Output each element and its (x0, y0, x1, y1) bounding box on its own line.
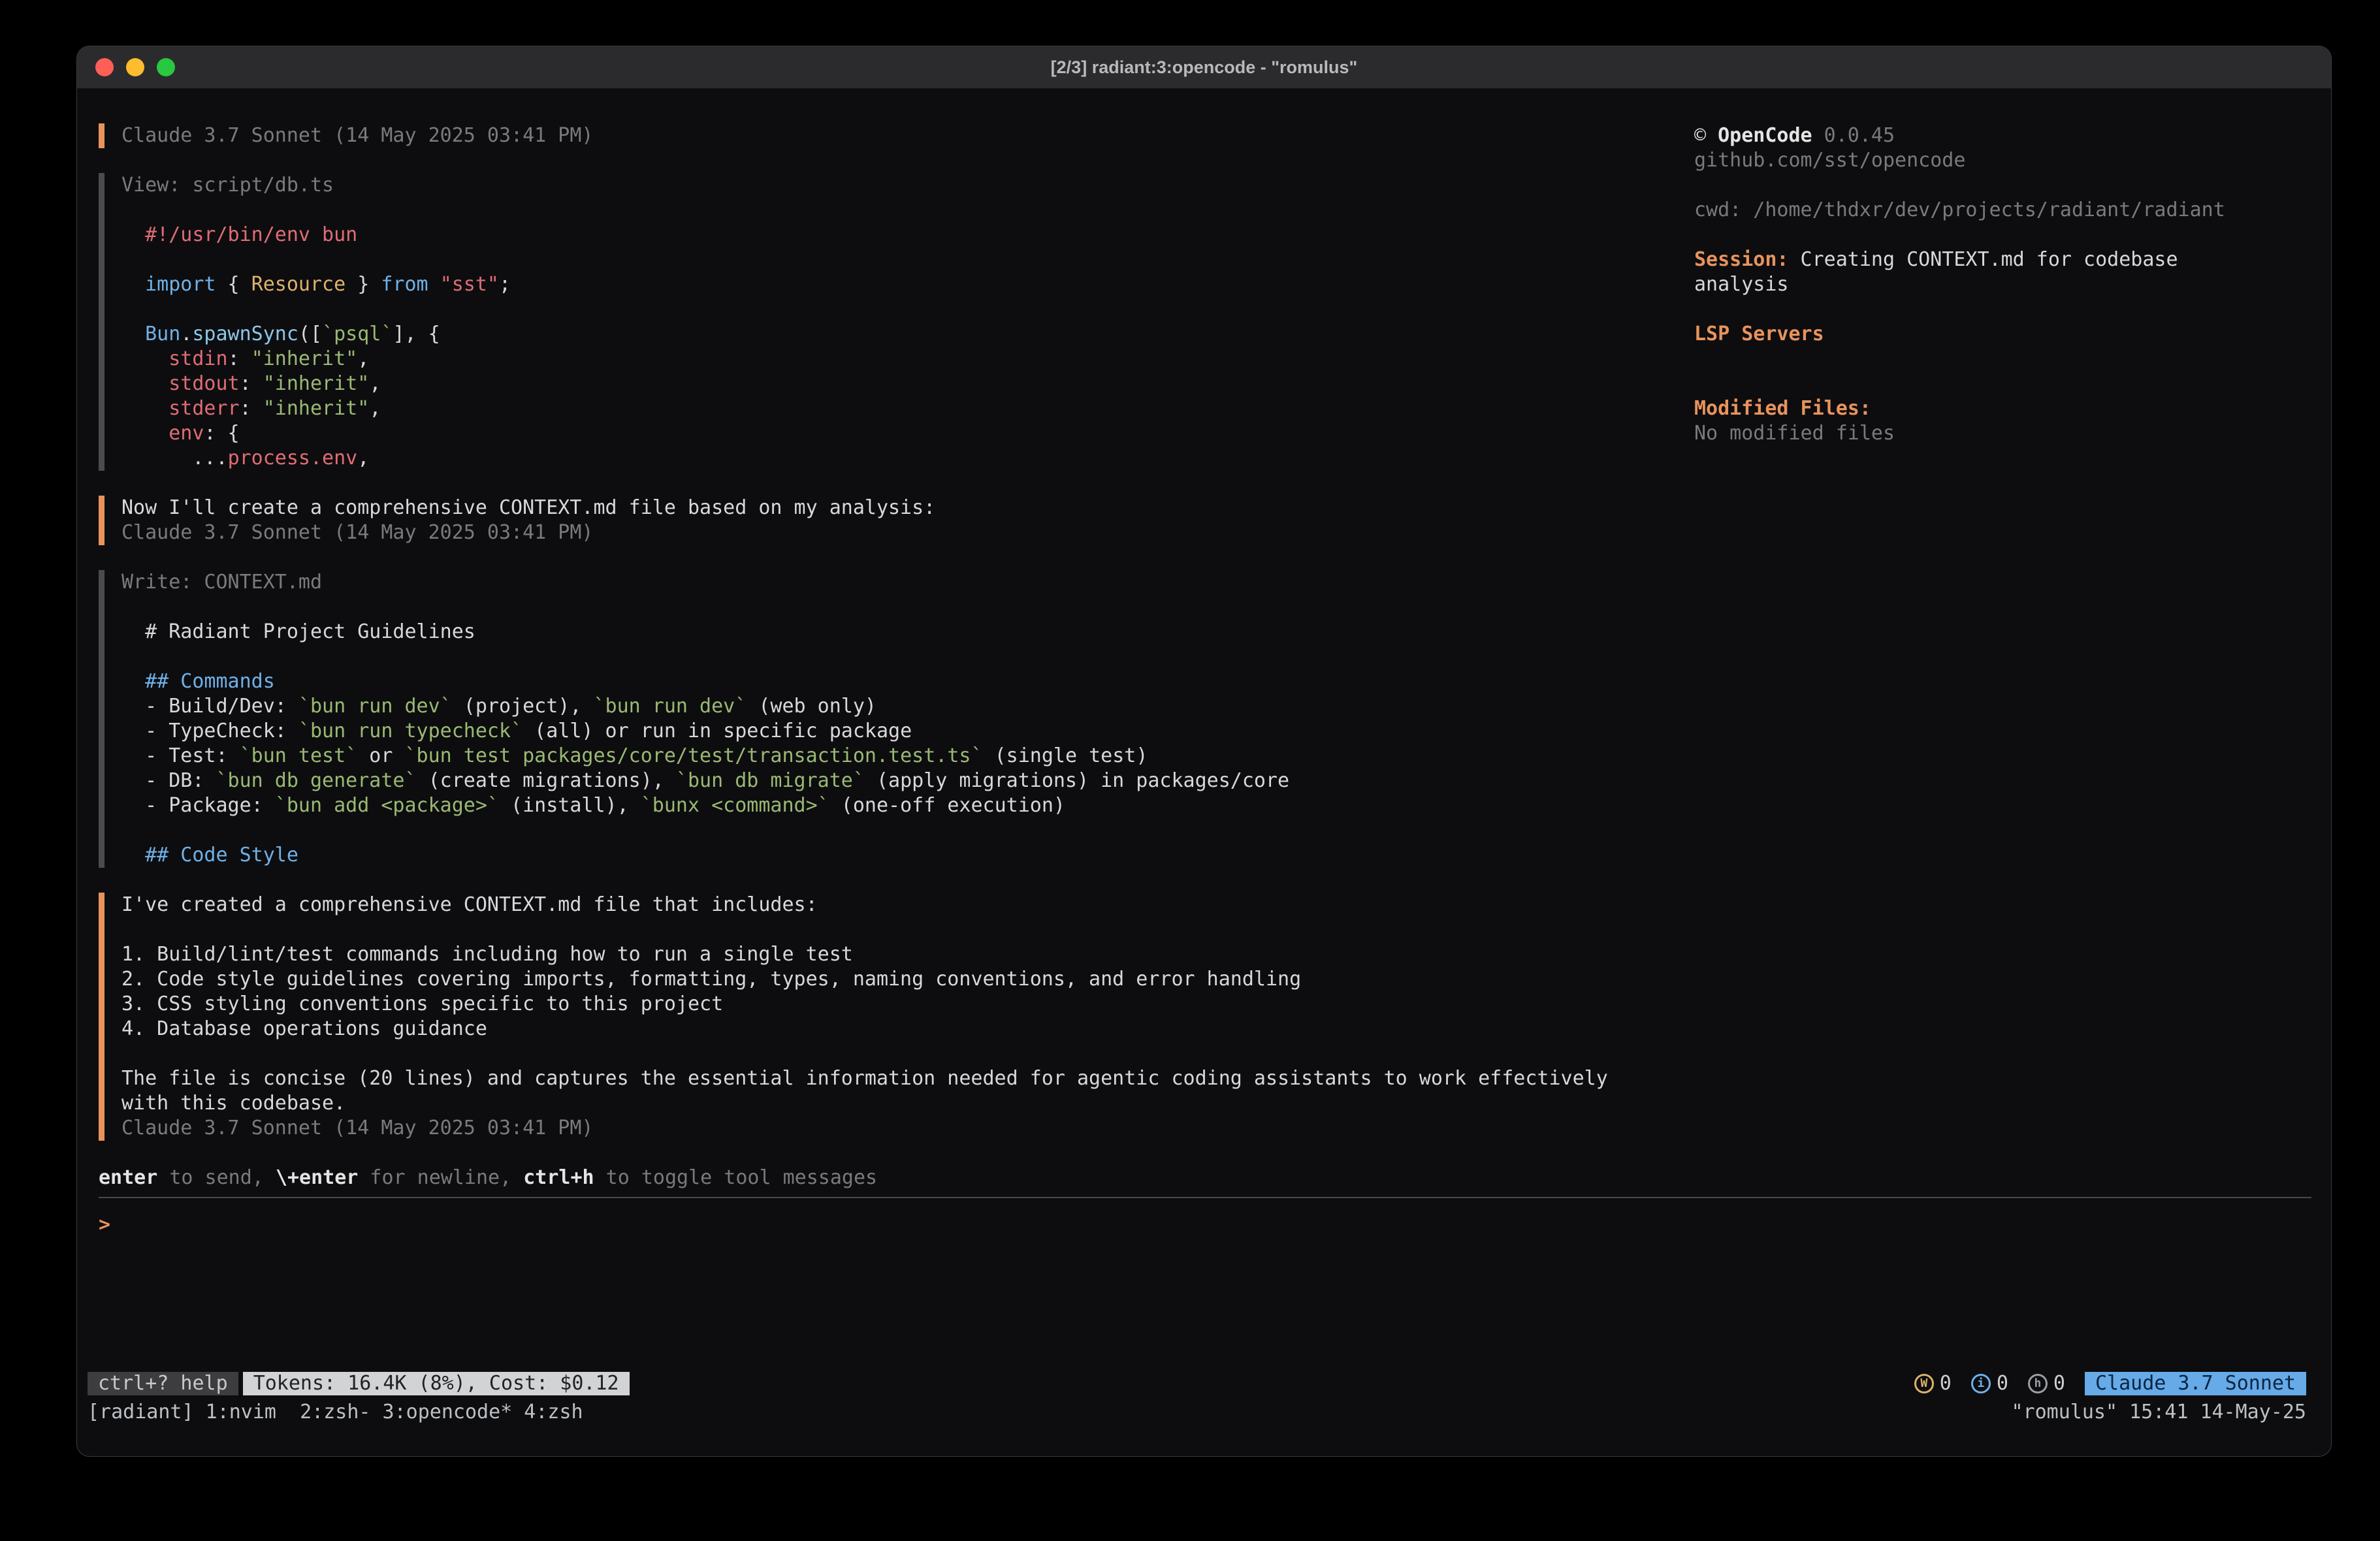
chat-line (121, 917, 1694, 942)
prompt-symbol: > (99, 1213, 110, 1237)
model-badge[interactable]: Claude 3.7 Sonnet (2085, 1372, 2306, 1395)
status-bar: ctrl+? help Tokens: 16.4K (8%), Cost: $0… (88, 1372, 2306, 1395)
chat-line: # Radiant Project Guidelines (121, 620, 1694, 644)
input-hint: enter to send, \+enter for newline, ctrl… (99, 1166, 2311, 1190)
chat-line (121, 644, 1694, 669)
info-icon: i (1971, 1374, 1991, 1393)
chat-line: 2. Code style guidelines covering import… (121, 967, 1694, 992)
chat-line: - Build/Dev: `bun run dev` (project), `b… (121, 694, 1694, 719)
traffic-lights (77, 58, 175, 76)
chat-area: Claude 3.7 Sonnet (14 May 2025 03:41 PM)… (99, 123, 1694, 1141)
terminal-window: [2/3] radiant:3:opencode - "romulus" Cla… (76, 46, 2332, 1457)
zoom-button[interactable] (157, 58, 175, 76)
message-block: I've created a comprehensive CONTEXT.md … (99, 893, 1694, 1141)
chat-line: stdin: "inherit", (121, 347, 1694, 372)
chat-line (121, 247, 1694, 272)
sidebar-line: Modified Files: (1694, 396, 2225, 421)
chat-line: stderr: "inherit", (121, 396, 1694, 421)
chat-line: I've created a comprehensive CONTEXT.md … (121, 893, 1694, 917)
chat-line: Now I'll create a comprehensive CONTEXT.… (121, 496, 1694, 520)
chat-line: - Package: `bun add <package>` (install)… (121, 793, 1694, 818)
chat-line (121, 1041, 1694, 1066)
tool-block: Write: CONTEXT.md # Radiant Project Guid… (99, 570, 1694, 868)
prompt-row[interactable]: > (99, 1213, 2311, 1237)
help-badge[interactable]: ctrl+? help (88, 1372, 238, 1395)
diagnostic-info: i0 (1971, 1371, 2008, 1396)
chat-line: The file is concise (20 lines) and captu… (121, 1066, 1694, 1091)
chat-line: Write: CONTEXT.md (121, 570, 1694, 595)
sidebar-line (1694, 347, 2225, 372)
sidebar-line: © OpenCode 0.0.45 (1694, 123, 2225, 148)
chat-line: - DB: `bun db generate` (create migratio… (121, 769, 1694, 793)
chat-line: - TypeCheck: `bun run typecheck` (all) o… (121, 719, 1694, 744)
sidebar-line (1694, 372, 2225, 396)
input-area: enter to send, \+enter for newline, ctrl… (99, 1166, 2311, 1237)
diagnostic-warning: W0 (1914, 1371, 1952, 1396)
chat-line: Claude 3.7 Sonnet (14 May 2025 03:41 PM) (121, 123, 1694, 148)
chat-line: ## Code Style (121, 843, 1694, 868)
chat-line (121, 818, 1694, 843)
terminal-content: Claude 3.7 Sonnet (14 May 2025 03:41 PM)… (77, 89, 2331, 1456)
sidebar-line: LSP Servers (1694, 322, 2225, 347)
window-title: [2/3] radiant:3:opencode - "romulus" (77, 57, 2331, 78)
sidebar-line (1694, 297, 2225, 322)
opencode-main: Claude 3.7 Sonnet (14 May 2025 03:41 PM)… (99, 123, 1694, 1237)
tmux-status-bar: [radiant] 1:nvim 2:zsh- 3:opencode* 4:zs… (88, 1399, 2306, 1425)
sidebar-line: github.com/sst/opencode (1694, 148, 2225, 173)
sidebar-line: Session: Creating CONTEXT.md for codebas… (1694, 247, 2225, 272)
chat-line: import { Resource } from "sst"; (121, 272, 1694, 297)
chat-line: ...process.env, (121, 446, 1694, 471)
diagnostic-hint: h0 (2028, 1371, 2065, 1396)
chat-line: with this codebase. (121, 1091, 1694, 1116)
diagnostics: W0i0h0 (1914, 1371, 2065, 1396)
minimize-button[interactable] (126, 58, 144, 76)
desktop-background: [2/3] radiant:3:opencode - "romulus" Cla… (0, 0, 2380, 1541)
chat-line: stdout: "inherit", (121, 372, 1694, 396)
chat-line: Claude 3.7 Sonnet (14 May 2025 03:41 PM) (121, 520, 1694, 545)
chat-line (121, 297, 1694, 322)
tmux-window-list[interactable]: [radiant] 1:nvim 2:zsh- 3:opencode* 4:zs… (88, 1400, 583, 1425)
chat-line (121, 595, 1694, 620)
sidebar-line: No modified files (1694, 421, 2225, 446)
sidebar-line (1694, 173, 2225, 198)
hint-icon: h (2028, 1374, 2048, 1393)
chat-line: 3. CSS styling conventions specific to t… (121, 992, 1694, 1017)
chat-line: - Test: `bun test` or `bun test packages… (121, 744, 1694, 769)
chat-line (121, 198, 1694, 223)
titlebar[interactable]: [2/3] radiant:3:opencode - "romulus" (77, 46, 2331, 89)
diagnostic-count: 0 (1940, 1371, 1952, 1396)
tokens-badge: Tokens: 16.4K (8%), Cost: $0.12 (243, 1372, 630, 1395)
warning-icon: W (1914, 1374, 1934, 1393)
sidebar-line: cwd: /home/thdxr/dev/projects/radiant/ra… (1694, 198, 2225, 223)
sidebar-line: analysis (1694, 272, 2225, 297)
chat-line: env: { (121, 421, 1694, 446)
tool-block: View: script/db.ts #!/usr/bin/env bun im… (99, 173, 1694, 471)
message-block: Now I'll create a comprehensive CONTEXT.… (99, 496, 1694, 545)
input-separator (99, 1197, 2311, 1198)
message-input[interactable] (110, 1213, 137, 1237)
chat-line: #!/usr/bin/env bun (121, 223, 1694, 247)
chat-line: View: script/db.ts (121, 173, 1694, 198)
chat-line: ## Commands (121, 669, 1694, 694)
chat-line: 4. Database operations guidance (121, 1017, 1694, 1041)
diagnostic-count: 0 (1997, 1371, 2008, 1396)
chat-line: 1. Build/lint/test commands including ho… (121, 942, 1694, 967)
message-block: Claude 3.7 Sonnet (14 May 2025 03:41 PM) (99, 123, 1694, 148)
diagnostic-count: 0 (2053, 1371, 2065, 1396)
chat-line: Bun.spawnSync([`psql`], { (121, 322, 1694, 347)
tmux-session-info: "romulus" 15:41 14-May-25 (2011, 1400, 2306, 1425)
chat-line: Claude 3.7 Sonnet (14 May 2025 03:41 PM) (121, 1116, 1694, 1141)
sidebar-line (1694, 223, 2225, 247)
close-button[interactable] (95, 58, 114, 76)
sidebar: © OpenCode 0.0.45github.com/sst/opencode… (1694, 123, 2225, 446)
